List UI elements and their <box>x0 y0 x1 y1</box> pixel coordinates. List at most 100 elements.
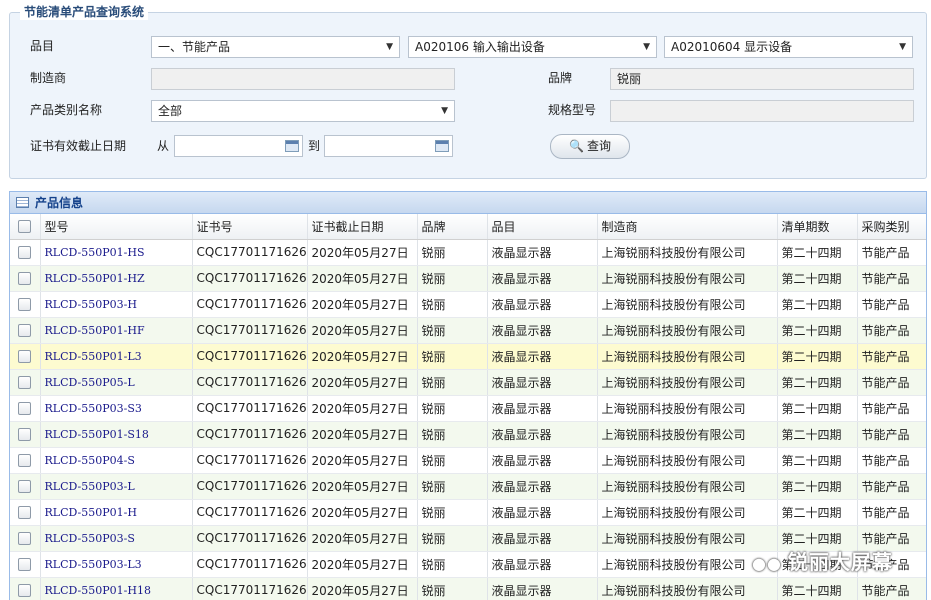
dropdown-arrow-icon: ▼ <box>643 42 650 52</box>
cell-cert-date: 2020年05月27日 <box>307 421 418 448</box>
column-header-manufacturer[interactable]: 制造商 <box>597 214 778 240</box>
row-checkbox-cell[interactable] <box>10 551 41 578</box>
spec-input[interactable] <box>610 100 914 122</box>
row-checkbox-cell[interactable] <box>10 369 41 396</box>
row-checkbox[interactable] <box>18 558 32 571</box>
cell-list-period: 第二十四期 <box>777 499 858 526</box>
table-row[interactable]: RLCD-550P01-HZ CQC17701171626 2020年05月27日锐… <box>10 265 926 292</box>
table-row[interactable]: RLCD-550P05-L CQC17701171626 2020年05月27日 锐丽… <box>10 369 926 396</box>
row-checkbox-cell[interactable] <box>10 317 41 344</box>
cell-procurement-type: 节能产品 <box>857 577 926 600</box>
row-checkbox[interactable] <box>18 532 32 545</box>
row-checkbox-cell[interactable] <box>10 343 41 370</box>
row-checkbox-cell[interactable] <box>10 265 41 292</box>
row-checkbox[interactable] <box>18 246 32 259</box>
row-checkbox[interactable] <box>18 298 32 311</box>
cell-cert-no: CQC17701171626 <box>192 291 308 318</box>
row-checkbox[interactable] <box>18 324 32 337</box>
category-label: 品目 <box>30 39 55 53</box>
column-header-cert-date[interactable]: 证书截止日期 <box>307 214 418 240</box>
table-row[interactable]: RLCD-550P01-HS CQC17701171626 2020年05月27日锐… <box>10 239 926 266</box>
table-row[interactable]: RLCD-550P03-L CQC17701171626 2020年05月27日 锐丽… <box>10 473 926 500</box>
row-checkbox-cell[interactable] <box>10 239 41 266</box>
calendar-icon[interactable] <box>285 140 299 152</box>
cell-model[interactable]: RLCD-550P03-H <box>40 291 193 318</box>
table-row[interactable]: RLCD-550P01-H18 CQC17701171626 2020年05月27日… <box>10 577 926 600</box>
column-header-cert-no[interactable]: 证书号 <box>192 214 308 240</box>
row-checkbox[interactable] <box>18 428 32 441</box>
table-row[interactable]: RLCD-550P03-H CQC17701171626 2020年05月27日 锐丽… <box>10 291 926 318</box>
cell-model[interactable]: RLCD-550P01-HF <box>40 317 193 344</box>
dropdown-arrow-icon: ▼ <box>441 106 448 116</box>
row-checkbox[interactable] <box>18 376 32 389</box>
table-row[interactable]: RLCD-550P01-HF CQC17701171626 2020年05月27日锐… <box>10 317 926 344</box>
dropdown-arrow-icon: ▼ <box>899 42 906 52</box>
cell-model[interactable]: RLCD-550P01-S18 <box>40 421 193 448</box>
row-checkbox-cell[interactable] <box>10 447 41 474</box>
cell-model[interactable]: RLCD-550P03-S <box>40 525 193 552</box>
column-header-brand[interactable]: 品牌 <box>417 214 488 240</box>
date-to-input[interactable] <box>324 135 453 157</box>
cell-category: 液晶显示器 <box>487 499 598 526</box>
cell-model[interactable]: RLCD-550P03-S3 <box>40 395 193 422</box>
row-checkbox-cell[interactable] <box>10 395 41 422</box>
cell-manufacturer: 上海锐丽科技股份有限公司 <box>597 369 778 396</box>
cell-cert-no: CQC17701171626 <box>192 395 308 422</box>
query-button[interactable]: 🔍 查询 <box>550 134 630 159</box>
row-checkbox[interactable] <box>18 272 32 285</box>
column-header-category[interactable]: 品目 <box>487 214 598 240</box>
cell-brand: 锐丽 <box>417 343 488 370</box>
table-row[interactable]: RLCD-550P03-S3 CQC17701171626 2020年05月27日锐… <box>10 395 926 422</box>
column-header-model[interactable]: 型号 <box>40 214 193 240</box>
select-all-checkbox[interactable] <box>18 220 32 234</box>
cell-model[interactable]: RLCD-550P01-HS <box>40 239 193 266</box>
cell-cert-date: 2020年05月27日 <box>307 473 418 500</box>
column-header-procurement-type[interactable]: 采购类别 <box>857 214 926 240</box>
product-type-select[interactable]: 全部 ▼ <box>151 100 455 122</box>
cell-list-period: 第二十四期 <box>777 421 858 448</box>
row-checkbox[interactable] <box>18 584 32 597</box>
cell-cert-date: 2020年05月27日 <box>307 577 418 600</box>
cell-brand: 锐丽 <box>417 239 488 266</box>
row-checkbox[interactable] <box>18 454 32 467</box>
cell-brand: 锐丽 <box>417 499 488 526</box>
row-checkbox-cell[interactable] <box>10 421 41 448</box>
category-select-2[interactable]: A020106 输入输出设备 ▼ <box>408 36 657 58</box>
row-checkbox[interactable] <box>18 350 32 363</box>
cell-model[interactable]: RLCD-550P04-S <box>40 447 193 474</box>
row-checkbox-cell[interactable] <box>10 473 41 500</box>
cell-cert-date: 2020年05月27日 <box>307 395 418 422</box>
table-row[interactable]: RLCD-550P01-L3 CQC17701171626 2020年05月27日锐… <box>10 343 926 370</box>
cell-model[interactable]: RLCD-550P01-L3 <box>40 343 193 370</box>
cell-procurement-type: 节能产品 <box>857 265 926 292</box>
row-checkbox-cell[interactable] <box>10 577 41 600</box>
manufacturer-input[interactable] <box>151 68 455 90</box>
row-checkbox-cell[interactable] <box>10 499 41 526</box>
cell-category: 液晶显示器 <box>487 525 598 552</box>
cell-model[interactable]: RLCD-550P05-L <box>40 369 193 396</box>
watermark-text: 锐丽大屏幕 <box>787 550 893 574</box>
row-checkbox-cell[interactable] <box>10 525 41 552</box>
cell-brand: 锐丽 <box>417 369 488 396</box>
cell-model[interactable]: RLCD-550P03-L <box>40 473 193 500</box>
cell-model[interactable]: RLCD-550P01-H18 <box>40 577 193 600</box>
category-select-1[interactable]: 一、节能产品 ▼ <box>151 36 400 58</box>
cell-cert-date: 2020年05月27日 <box>307 317 418 344</box>
row-checkbox[interactable] <box>18 402 32 415</box>
cell-cert-date: 2020年05月27日 <box>307 551 418 578</box>
column-header-list-period[interactable]: 清单期数 <box>777 214 858 240</box>
cell-model[interactable]: RLCD-550P03-L3 <box>40 551 193 578</box>
date-from-input[interactable] <box>174 135 303 157</box>
calendar-icon[interactable] <box>435 140 449 152</box>
row-checkbox[interactable] <box>18 506 32 519</box>
cell-model[interactable]: RLCD-550P01-HZ <box>40 265 193 292</box>
brand-input[interactable]: 锐丽 <box>610 68 914 90</box>
table-row[interactable]: RLCD-550P04-S CQC17701171626 2020年05月27日 锐丽… <box>10 447 926 474</box>
category-select-3[interactable]: A02010604 显示设备 ▼ <box>664 36 913 58</box>
table-row[interactable]: RLCD-550P01-S18 CQC17701171626 2020年05月27日… <box>10 421 926 448</box>
cell-model[interactable]: RLCD-550P01-H <box>40 499 193 526</box>
row-checkbox-cell[interactable] <box>10 291 41 318</box>
table-row[interactable]: RLCD-550P01-H CQC17701171626 2020年05月27日 锐丽… <box>10 499 926 526</box>
select-all-checkbox-cell[interactable] <box>10 214 41 240</box>
row-checkbox[interactable] <box>18 480 32 493</box>
